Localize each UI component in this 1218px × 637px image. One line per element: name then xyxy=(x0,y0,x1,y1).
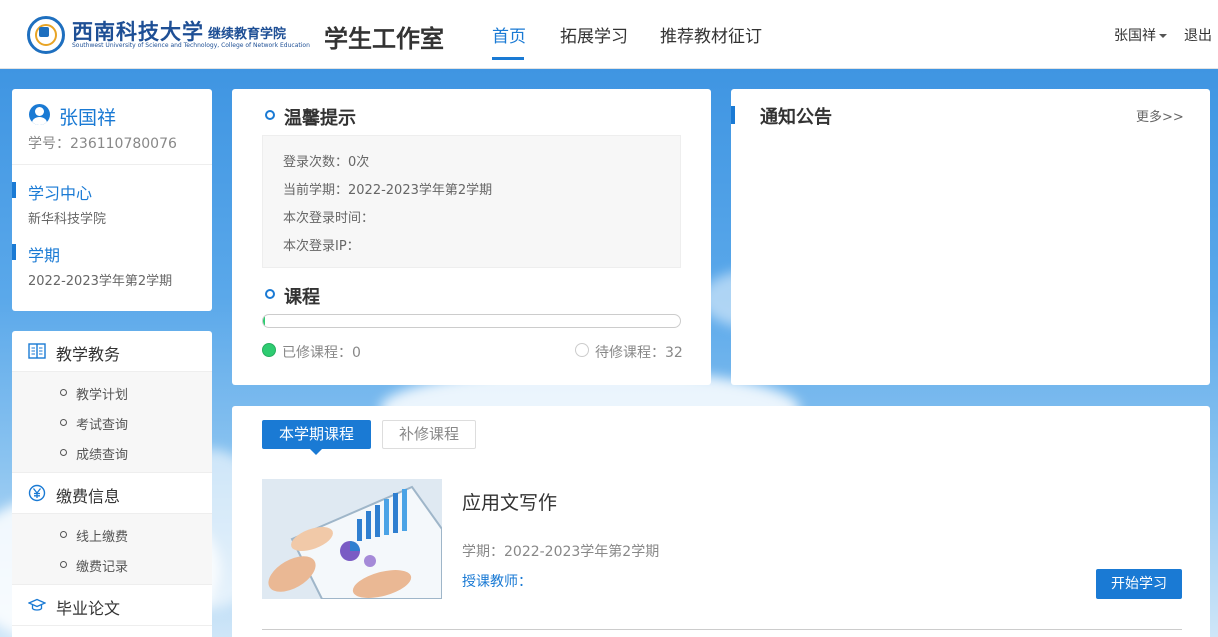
menu-item-online-payment[interactable]: 线上缴费 xyxy=(60,526,128,545)
course-progress-fill xyxy=(263,315,266,327)
menu-item-exam-query[interactable]: 考试查询 xyxy=(60,414,128,433)
university-english-name: Southwest University of Science and Tech… xyxy=(72,42,310,49)
term-value: 2022-2023学年第2学期 xyxy=(28,274,173,289)
university-emblem-icon xyxy=(27,16,65,54)
notice-card: 通知公告 更多>> xyxy=(731,89,1210,385)
completed-courses: 已修课程：0 xyxy=(282,345,361,361)
side-menu: 教学教务 教学计划 考试查询 成绩查询 缴费信息 线上缴费 缴费记录 毕业论文 xyxy=(12,331,212,637)
tips-card: 温馨提示 登录次数：0次 当前学期：2022-2023学年第2学期 本次登录时间… xyxy=(232,89,711,385)
menu-thesis-label: 毕业论文 xyxy=(56,599,121,618)
nav-active-indicator xyxy=(492,57,524,60)
section-marker xyxy=(12,182,16,198)
notice-title: 通知公告 xyxy=(760,107,832,128)
top-header: 西南科技大学 继续教育学院 Southwest University of Sc… xyxy=(0,0,1218,69)
start-learning-button[interactable]: 开始学习 xyxy=(1096,569,1182,599)
menu-fees-submenu: 线上缴费 缴费记录 xyxy=(12,514,212,585)
logout-link[interactable]: 退出 xyxy=(1184,25,1212,45)
user-menu[interactable]: 张国祥 xyxy=(1114,25,1167,45)
menu-thesis[interactable]: 毕业论文 xyxy=(12,585,212,626)
section-marker xyxy=(731,106,735,124)
caret-down-icon xyxy=(1159,34,1167,38)
pending-dot-icon xyxy=(575,343,589,357)
nav-textbook-order[interactable]: 推荐教材征订 xyxy=(660,22,762,47)
login-count: 登录次数：0次 xyxy=(283,155,370,170)
user-avatar-icon xyxy=(29,104,50,125)
menu-teaching-label: 教学教务 xyxy=(56,345,121,364)
yen-icon xyxy=(28,484,46,502)
graduation-cap-icon xyxy=(28,598,46,611)
courses-summary-title: 课程 xyxy=(284,287,320,308)
menu-item-grade-query[interactable]: 成绩查询 xyxy=(60,444,128,463)
student-id: 学号：236110780076 xyxy=(28,136,177,152)
completed-dot-icon xyxy=(262,343,276,357)
nav-home[interactable]: 首页 xyxy=(492,22,526,47)
course-name[interactable]: 应用文写作 xyxy=(462,488,557,515)
login-time: 本次登录时间： xyxy=(283,211,375,226)
term-label: 学期 xyxy=(28,246,61,265)
user-name: 张国祥 xyxy=(1114,28,1156,44)
tips-box: 登录次数：0次 当前学期：2022-2023学年第2学期 本次登录时间： 本次登… xyxy=(262,135,681,268)
current-term: 当前学期：2022-2023学年第2学期 xyxy=(283,183,493,198)
divider xyxy=(262,629,1182,630)
course-panel: 本学期课程 补修课程 应用文写作 学期：2022-2023学年第2学期 授课教师… xyxy=(232,406,1210,637)
study-center-value: 新华科技学院 xyxy=(28,212,107,227)
notice-more-link[interactable]: 更多>> xyxy=(1136,106,1184,125)
section-marker xyxy=(12,244,16,260)
studio-title: 学生工作室 xyxy=(324,25,444,53)
divider xyxy=(12,164,212,165)
profile-card: 张国祥 学号：236110780076 学习中心 新华科技学院 学期 2022-… xyxy=(12,89,212,311)
study-center-label: 学习中心 xyxy=(28,184,93,203)
menu-item-teaching-plan[interactable]: 教学计划 xyxy=(60,384,128,403)
menu-teaching[interactable]: 教学教务 xyxy=(12,331,212,372)
book-icon xyxy=(28,343,46,359)
profile-name: 张国祥 xyxy=(59,107,117,129)
tips-title: 温馨提示 xyxy=(284,108,356,129)
login-ip: 本次登录IP： xyxy=(283,239,360,254)
pending-courses: 待修课程：32 xyxy=(595,345,683,361)
tab-current-term-courses[interactable]: 本学期课程 xyxy=(262,420,371,455)
course-thumbnail[interactable] xyxy=(262,479,442,599)
course-progress-bar xyxy=(262,314,681,328)
menu-teaching-submenu: 教学计划 考试查询 成绩查询 xyxy=(12,372,212,473)
tablet-chart-image-icon xyxy=(262,479,442,599)
nav-extended-learning[interactable]: 拓展学习 xyxy=(560,22,628,47)
college-name: 继续教育学院 xyxy=(208,27,287,42)
menu-fees[interactable]: 缴费信息 xyxy=(12,473,212,514)
course-teacher: 授课教师： xyxy=(462,574,532,590)
course-term: 学期：2022-2023学年第2学期 xyxy=(462,544,660,560)
tab-makeup-courses[interactable]: 补修课程 xyxy=(382,420,476,449)
menu-item-payment-records[interactable]: 缴费记录 xyxy=(60,556,128,575)
menu-fees-label: 缴费信息 xyxy=(56,487,121,506)
ring-icon xyxy=(265,110,275,120)
ring-icon xyxy=(265,289,275,299)
